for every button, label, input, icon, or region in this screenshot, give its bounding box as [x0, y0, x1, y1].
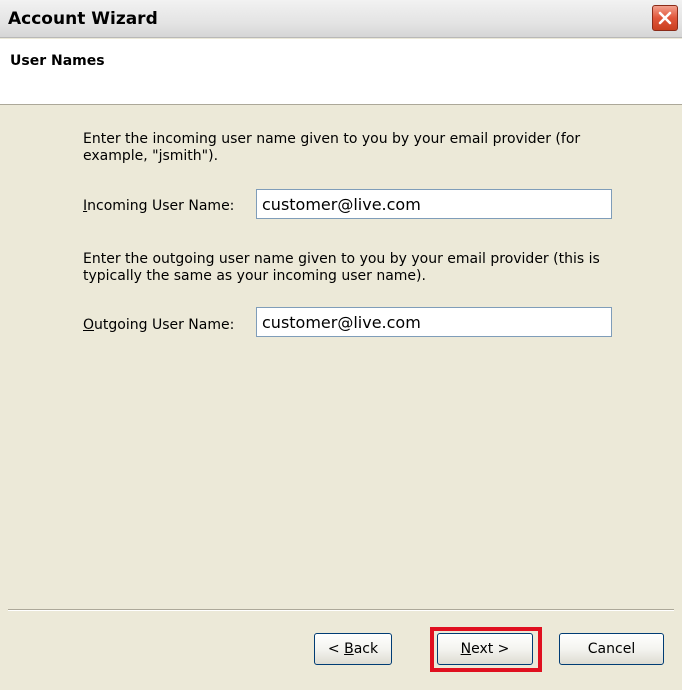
cancel-button[interactable]: Cancel — [559, 633, 664, 665]
back-button[interactable]: < Back — [314, 633, 392, 665]
window-title: Account Wizard — [8, 9, 158, 29]
back-prefix: < — [327, 641, 345, 657]
outgoing-description: Enter the outgoing user name given to yo… — [83, 251, 600, 284]
close-icon — [658, 11, 672, 25]
incoming-description: Enter the incoming user name given to yo… — [83, 131, 581, 164]
outgoing-mnemonic: O — [83, 317, 95, 333]
outgoing-user-name-label: Outgoing User Name: — [83, 317, 234, 333]
incoming-user-name-input[interactable] — [256, 189, 612, 219]
outgoing-label-text: utgoing User Name: — [94, 317, 235, 333]
incoming-label-text: ncoming User Name: — [87, 198, 235, 214]
next-button-highlight — [430, 627, 542, 672]
back-label: ack — [353, 641, 379, 657]
back-mnemonic: B — [344, 641, 354, 657]
page-title: User Names — [10, 53, 105, 69]
wizard-header: User Names — [0, 39, 682, 105]
incoming-user-name-label: Incoming User Name: — [83, 198, 234, 214]
title-bar: Account Wizard — [0, 0, 682, 38]
close-button[interactable] — [652, 5, 678, 31]
account-wizard-window: Account Wizard User Names Enter the inco… — [0, 0, 682, 690]
button-separator — [8, 609, 674, 611]
outgoing-user-name-input[interactable] — [256, 307, 612, 337]
